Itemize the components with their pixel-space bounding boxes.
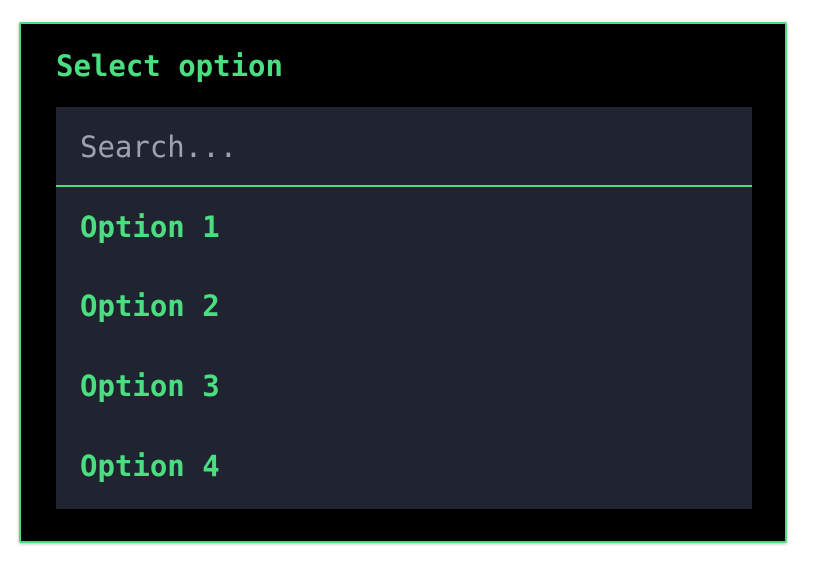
dialog-title: Select option (56, 49, 283, 83)
search-box (56, 107, 752, 187)
options-list: Option 1 Option 2 Option 3 Option 4 (56, 188, 752, 506)
select-dialog: Select option Option 1 Option 2 Option 3… (19, 22, 787, 543)
option-item-3[interactable]: Option 3 (56, 346, 752, 426)
option-item-1[interactable]: Option 1 (56, 188, 752, 266)
select-panel: Option 1 Option 2 Option 3 Option 4 (56, 107, 752, 509)
search-input[interactable] (80, 125, 720, 169)
option-item-4[interactable]: Option 4 (56, 426, 752, 506)
option-item-2[interactable]: Option 2 (56, 266, 752, 346)
